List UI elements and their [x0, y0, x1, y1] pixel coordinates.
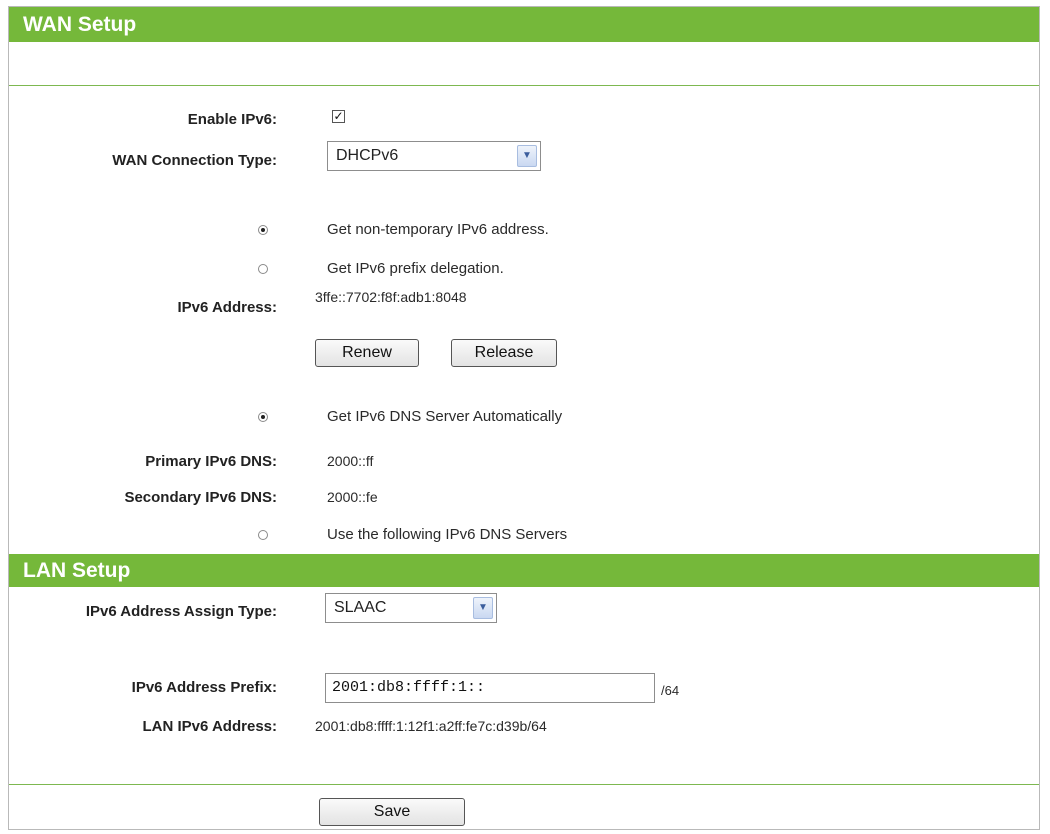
ipv6-address-value: 3ffe::7702:f8f:adb1:8048 [315, 289, 467, 305]
checkmark-icon: ✓ [333, 109, 344, 123]
save-button[interactable]: Save [319, 798, 465, 826]
non-temporary-address-radio[interactable] [258, 225, 268, 235]
secondary-dns-label: Secondary IPv6 DNS: [124, 489, 277, 506]
prefix-length-suffix: /64 [661, 683, 680, 698]
address-assign-type-label: IPv6 Address Assign Type: [85, 603, 277, 620]
wan-divider [9, 85, 1039, 86]
wan-connection-type-value: DHCPv6 [336, 147, 399, 164]
enable-ipv6-checkbox[interactable]: ✓ [332, 110, 345, 123]
prefix-delegation-label: Get IPv6 prefix delegation. [327, 260, 504, 277]
non-temporary-address-label: Get non-temporary IPv6 address. [327, 221, 549, 238]
lan-ipv6-address-value: 2001:db8:ffff:1:12f1:a2ff:fe7c:d39b/64 [315, 718, 547, 734]
address-prefix-label: IPv6 Address Prefix: [131, 679, 277, 696]
wan-setup-header: WAN Setup [9, 7, 1039, 42]
dns-auto-label: Get IPv6 DNS Server Automatically [327, 408, 563, 425]
primary-dns-label: Primary IPv6 DNS: [145, 453, 277, 470]
release-button[interactable]: Release [451, 339, 557, 367]
wan-connection-type-label: WAN Connection Type: [112, 152, 277, 169]
address-prefix-input[interactable]: 2001:db8:ffff:1:: [325, 673, 655, 703]
renew-button[interactable]: Renew [315, 339, 419, 367]
save-divider [9, 784, 1039, 785]
secondary-dns-value: 2000::fe [327, 489, 378, 505]
ipv6-address-label: IPv6 Address: [177, 299, 278, 316]
address-assign-type-select[interactable]: SLAAC ▼ [325, 593, 497, 623]
dns-auto-radio[interactable] [258, 412, 268, 422]
address-assign-type-value: SLAAC [334, 599, 387, 616]
dns-manual-label: Use the following IPv6 DNS Servers [327, 526, 568, 543]
prefix-delegation-radio[interactable] [258, 264, 268, 274]
lan-ipv6-address-label: LAN IPv6 Address: [142, 718, 277, 735]
enable-ipv6-label: Enable IPv6: [187, 111, 277, 128]
dns-manual-radio[interactable] [258, 530, 268, 540]
wan-connection-type-select[interactable]: DHCPv6 ▼ [327, 141, 541, 171]
primary-dns-value: 2000::ff [327, 453, 374, 469]
chevron-down-icon[interactable]: ▼ [473, 597, 493, 619]
chevron-down-icon[interactable]: ▼ [517, 145, 537, 167]
router-config-panel: WAN Setup Enable IPv6: ✓ WAN Connection … [8, 6, 1040, 830]
lan-setup-header: LAN Setup [9, 554, 1039, 587]
